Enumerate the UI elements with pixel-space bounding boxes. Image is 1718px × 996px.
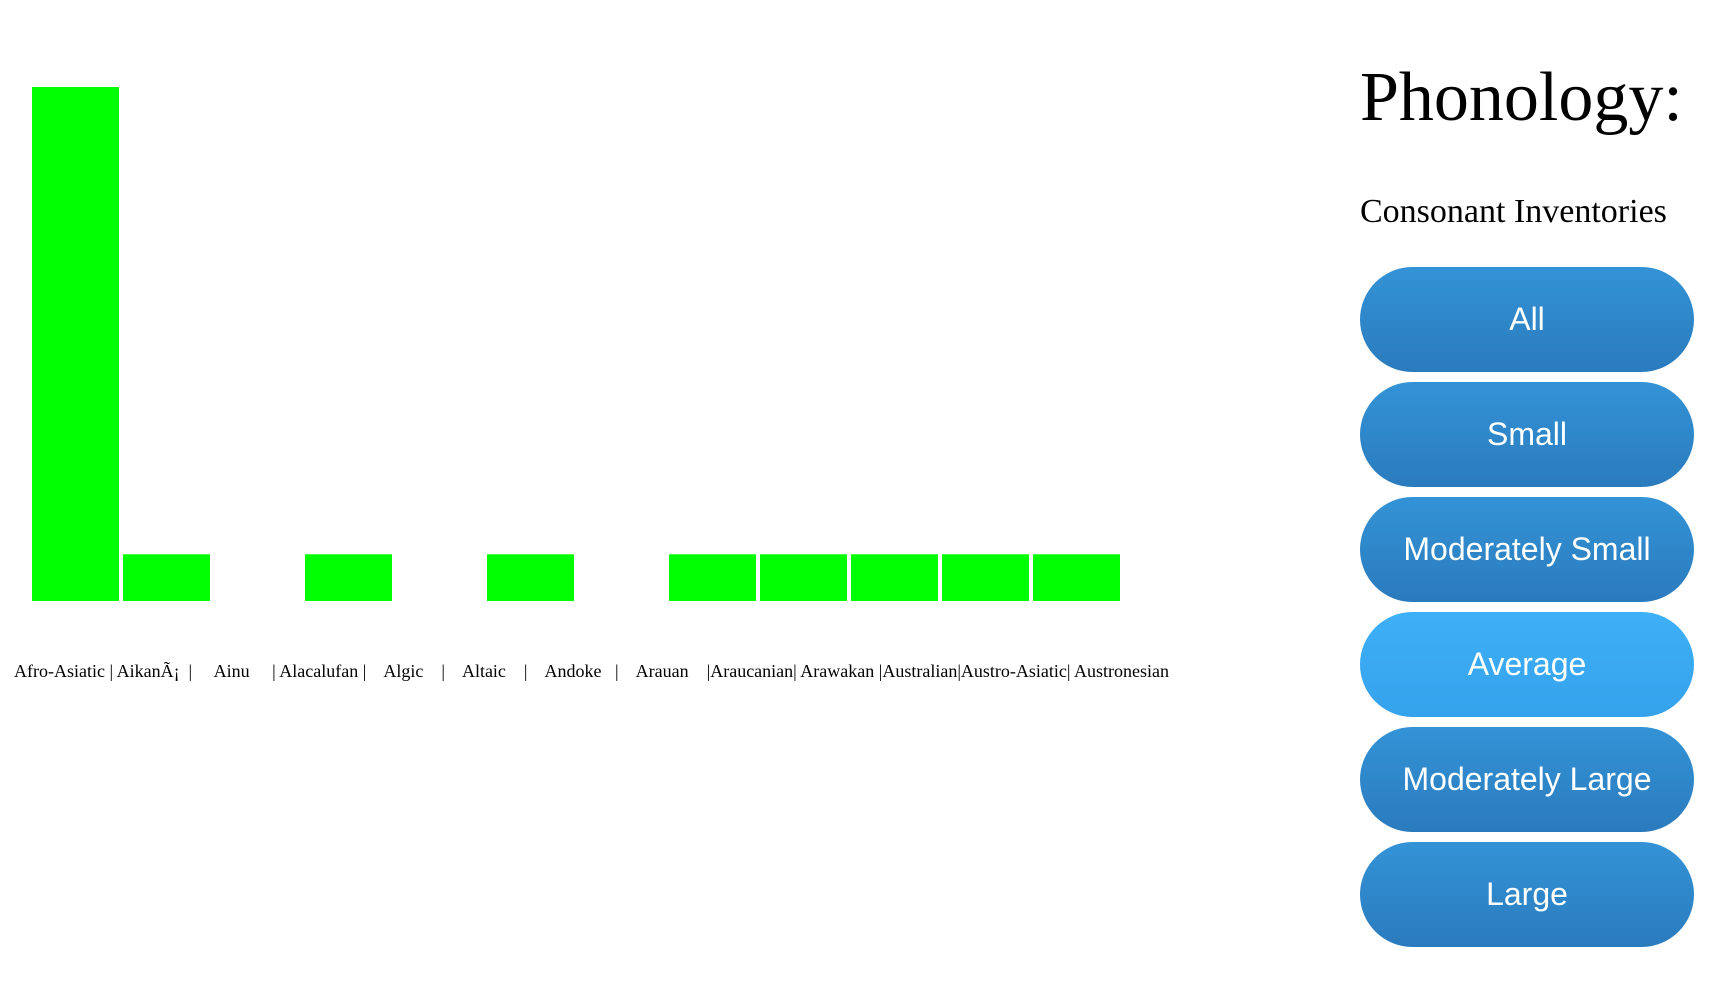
bar-araucanian: [760, 554, 847, 601]
bar-chart: Afro-Asiatic | AikanÃ¡ | Ainu | Alacaluf…: [14, 87, 1169, 681]
x-tick-labels: Afro-Asiatic | AikanÃ¡ | Ainu | Alacaluf…: [14, 660, 1169, 681]
filter-all-button[interactable]: All: [1360, 267, 1694, 372]
bar-arauan: [669, 554, 756, 601]
filter-button-group: All Small Moderately Small Average Moder…: [1360, 267, 1694, 957]
section-label: Consonant Inventories: [1360, 193, 1667, 230]
filter-average-button[interactable]: Average: [1360, 612, 1694, 717]
bar-australian: [942, 554, 1029, 601]
bar-austro-asiatic: [1033, 554, 1120, 601]
filter-moderately-small-button[interactable]: Moderately Small: [1360, 497, 1694, 602]
filter-large-button[interactable]: Large: [1360, 842, 1694, 947]
bar-aikan-: [123, 554, 210, 601]
bar-afro-asiatic: [32, 87, 119, 601]
bar-altaic: [487, 554, 574, 601]
page-title: Phonology:: [1360, 59, 1683, 136]
bar-group: [32, 87, 1120, 601]
filter-moderately-large-button[interactable]: Moderately Large: [1360, 727, 1694, 832]
filter-small-button[interactable]: Small: [1360, 382, 1694, 487]
bar-arawakan: [851, 554, 938, 601]
bar-alacalufan: [305, 554, 392, 601]
